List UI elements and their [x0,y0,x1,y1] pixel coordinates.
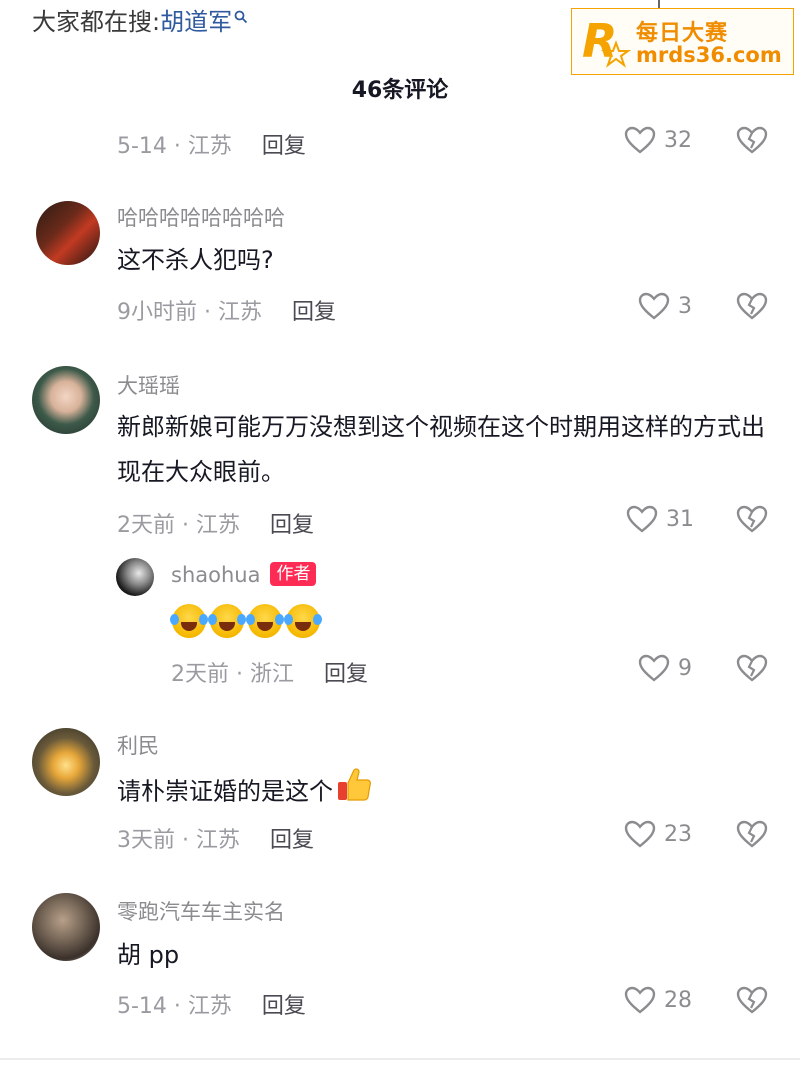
like-count: 28 [664,987,692,1013]
like-count: 3 [678,293,692,319]
reply-button[interactable]: 回复 [262,134,306,159]
watermark-logo: R 每日大赛 mrds36.com [571,8,794,75]
thumbs-up-emoji-icon [335,766,373,819]
broken-heart-icon [736,505,768,533]
broken-heart-icon [736,986,768,1014]
emoji-row [170,604,324,638]
comment-meta: 5-14 · 江苏 回复 [117,128,306,160]
heart-icon [624,126,656,154]
svg-text:R: R [582,15,617,68]
reply-button[interactable]: 回复 [324,662,368,687]
heart-icon [624,986,656,1014]
heart-icon [638,654,670,682]
like-button[interactable]: 28 [624,986,692,1014]
comment-text: 胡 pp [117,941,180,969]
dislike-button[interactable] [736,505,768,537]
watermark-r-star-icon: R [582,15,632,68]
like-button[interactable]: 32 [624,126,692,154]
search-hint-prefix: 大家都在搜: [32,8,161,36]
comment-time-location: 3天前 · 江苏 [117,828,240,853]
comment-time-location: 5-14 · 江苏 [117,994,232,1019]
comment-text: 新郎新娘可能万万没想到这个视频在这个时期用这样的方式出现在大众眼前。 [117,413,765,486]
avatar[interactable] [116,558,154,596]
heart-icon [624,820,656,848]
comment-meta: 2天前 · 浙江 回复 [171,656,368,688]
like-count: 31 [666,506,694,532]
broken-heart-icon [736,654,768,682]
comment-time-location: 2天前 · 浙江 [171,662,294,687]
reply-username-row: shaohua 作者 [171,562,317,587]
laugh-cry-emoji-icon [284,604,322,638]
reply-button[interactable]: 回复 [292,300,336,325]
author-badge: 作者 [270,562,317,586]
avatar[interactable] [36,201,100,265]
comment-username[interactable]: shaohua [171,563,260,587]
comment-username[interactable]: 大瑶瑶 [117,370,180,400]
comment-text: 请朴崇证婚的是这个 [117,766,757,819]
comment-username[interactable]: 零跑汽车车主实名 [117,896,285,926]
reply-button[interactable]: 回复 [270,513,314,538]
dislike-button[interactable] [736,292,768,324]
like-count: 23 [664,821,692,847]
comment-username[interactable]: 哈哈哈哈哈哈哈哈 [117,202,285,232]
comment-time-location: 2天前 · 江苏 [117,513,240,538]
laugh-cry-emoji-icon [208,604,246,638]
comment-meta: 5-14 · 江苏 回复 [117,988,306,1020]
avatar[interactable] [32,366,100,434]
comment-time-location: 9小时前 · 江苏 [117,300,262,325]
dislike-button[interactable] [736,986,768,1018]
like-button[interactable]: 9 [638,654,692,682]
dislike-button[interactable] [736,126,768,158]
like-count: 9 [678,655,692,681]
comment-text: 这不杀人犯吗? [117,246,274,274]
like-button[interactable]: 31 [626,505,694,533]
broken-heart-icon [736,820,768,848]
comment-count-title: 46条评论 [351,78,449,103]
broken-heart-icon [736,292,768,320]
comment-meta: 2天前 · 江苏 回复 [117,507,314,539]
like-button[interactable]: 23 [624,820,692,848]
reply-button[interactable]: 回复 [262,994,306,1019]
laugh-cry-emoji-icon [170,604,208,638]
comment-time-location: 5-14 · 江苏 [117,134,232,159]
watermark-line2: mrds36.com [636,43,782,67]
avatar[interactable] [32,893,100,961]
like-button[interactable]: 3 [638,292,692,320]
like-count: 32 [664,127,692,153]
heart-icon [626,505,658,533]
broken-heart-icon [736,126,768,154]
search-hint[interactable]: 大家都在搜:胡道军 [32,2,248,37]
comment-text-content: 请朴崇证婚的是这个 [117,777,333,806]
dislike-button[interactable] [736,654,768,686]
laugh-cry-emoji-icon [246,604,284,638]
avatar[interactable] [32,728,100,796]
search-icon [234,2,248,30]
comment-meta: 9小时前 · 江苏 回复 [117,294,336,326]
dislike-button[interactable] [736,820,768,852]
heart-icon [638,292,670,320]
reply-button[interactable]: 回复 [270,828,314,853]
search-keyword[interactable]: 胡道军 [160,8,232,36]
comment-meta: 3天前 · 江苏 回复 [117,822,314,854]
bottom-divider [0,1058,800,1060]
comment-username[interactable]: 利民 [117,730,159,760]
